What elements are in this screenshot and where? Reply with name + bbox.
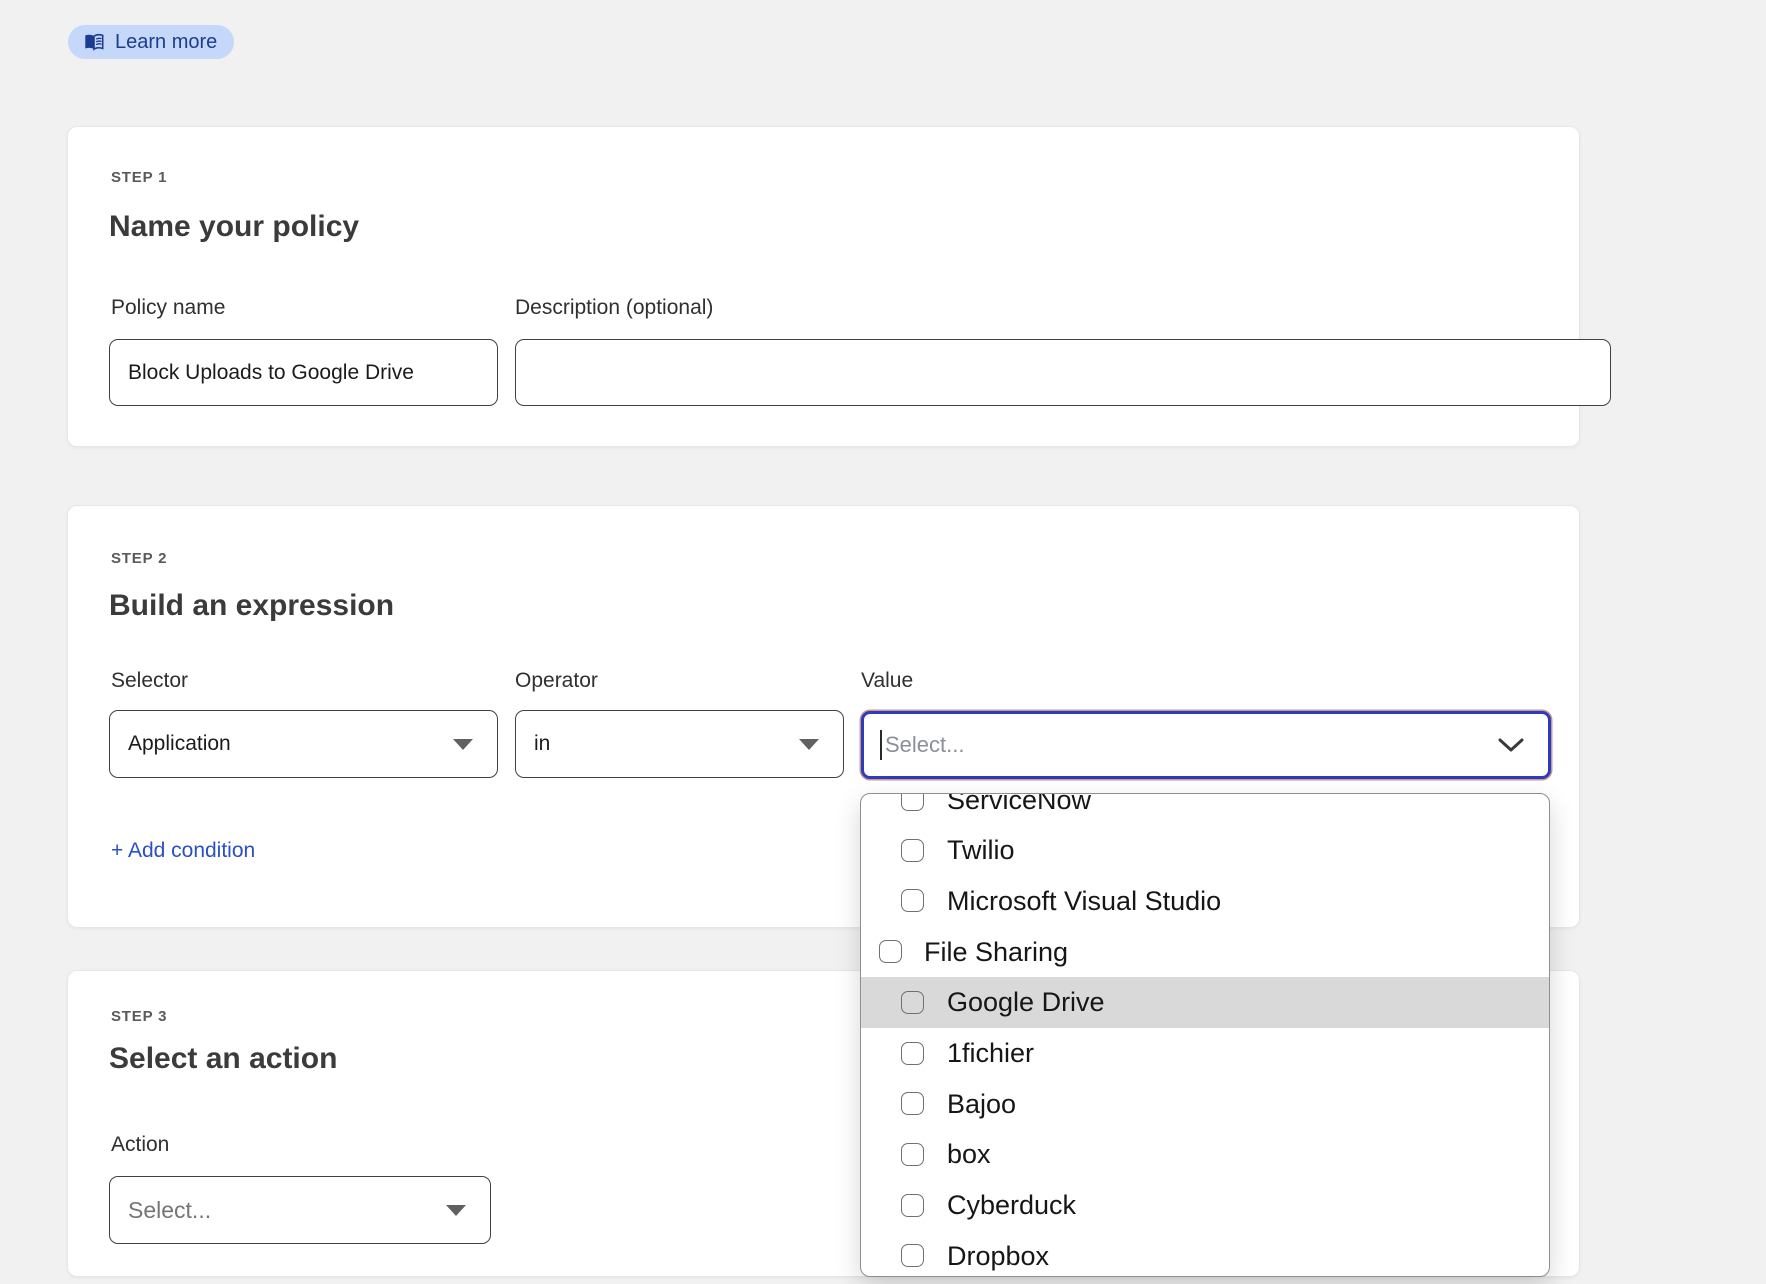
operator-selected-value: in [534, 732, 550, 756]
checkbox-icon[interactable] [901, 889, 924, 912]
policy-name-input[interactable] [109, 339, 498, 406]
dropdown-option-label: Twilio [947, 837, 1015, 864]
action-placeholder: Select... [128, 1197, 211, 1224]
step3-title: Select an action [109, 1044, 337, 1074]
step1-title: Name your policy [109, 212, 359, 242]
card-name-policy: STEP 1 Name your policy Policy name Desc… [67, 126, 1580, 447]
description-input[interactable] [515, 339, 1611, 406]
learn-more-button[interactable]: Learn more [68, 25, 234, 59]
step3-label: STEP 3 [111, 1009, 167, 1024]
step1-label: STEP 1 [111, 170, 167, 185]
dropdown-option-box[interactable]: box [861, 1129, 1549, 1180]
checkbox-icon[interactable] [901, 1244, 924, 1267]
dropdown-option-google-drive[interactable]: Google Drive [861, 977, 1549, 1028]
action-label: Action [111, 1134, 169, 1155]
dropdown-option-1fichier[interactable]: 1fichier [861, 1028, 1549, 1079]
dropdown-option-label: Microsoft Visual Studio [947, 888, 1221, 915]
selector-label: Selector [111, 670, 188, 691]
selector-select[interactable]: Application [109, 710, 498, 778]
dropdown-option-twilio[interactable]: Twilio [861, 825, 1549, 876]
policy-name-label: Policy name [111, 297, 225, 318]
book-icon [83, 33, 105, 52]
action-select[interactable]: Select... [109, 1176, 491, 1244]
chevron-down-icon [453, 739, 473, 750]
learn-more-label: Learn more [115, 31, 217, 54]
description-label: Description (optional) [515, 297, 713, 318]
dropdown-option-label: Google Drive [947, 989, 1105, 1016]
dropdown-option-label: Cyberduck [947, 1192, 1076, 1219]
chevron-down-icon [1498, 737, 1524, 758]
chevron-down-icon [446, 1205, 466, 1216]
operator-select[interactable]: in [515, 710, 844, 778]
dropdown-option-dropbox[interactable]: Dropbox [861, 1231, 1549, 1277]
step2-title: Build an expression [109, 591, 394, 621]
dropdown-option-microsoft-visual-studio[interactable]: Microsoft Visual Studio [861, 876, 1549, 927]
dropdown-option-label: Bajoo [947, 1091, 1016, 1118]
checkbox-icon[interactable] [901, 1042, 924, 1065]
text-caret [880, 730, 882, 760]
dropdown-option-label: box [947, 1141, 991, 1168]
dropdown-option-cyberduck[interactable]: Cyberduck [861, 1180, 1549, 1231]
dropdown-option-label: Dropbox [947, 1243, 1049, 1270]
value-dropdown-menu: ServiceNow Twilio Microsoft Visual Studio F… [860, 793, 1550, 1277]
dropdown-option-label: 1fichier [947, 1040, 1034, 1067]
dropdown-option-servicenow[interactable]: ServiceNow [861, 793, 1549, 826]
dropdown-option-label: File Sharing [924, 939, 1068, 966]
step2-label: STEP 2 [111, 551, 167, 566]
chevron-down-icon [799, 739, 819, 750]
checkbox-icon[interactable] [901, 991, 924, 1014]
checkbox-icon[interactable] [901, 1194, 924, 1217]
value-placeholder: Select... [885, 732, 964, 758]
dropdown-option-label: ServiceNow [947, 793, 1091, 814]
value-label: Value [861, 670, 913, 691]
value-select[interactable]: Select... [861, 711, 1551, 779]
checkbox-icon[interactable] [901, 839, 924, 862]
checkbox-icon[interactable] [901, 793, 924, 811]
checkbox-icon[interactable] [901, 1092, 924, 1115]
selector-selected-value: Application [128, 732, 231, 756]
add-condition-link[interactable]: + Add condition [111, 840, 255, 861]
dropdown-option-file-sharing[interactable]: File Sharing [861, 927, 1549, 978]
checkbox-icon[interactable] [901, 1143, 924, 1166]
operator-label: Operator [515, 670, 598, 691]
dropdown-option-bajoo[interactable]: Bajoo [861, 1079, 1549, 1130]
checkbox-icon[interactable] [879, 940, 902, 963]
